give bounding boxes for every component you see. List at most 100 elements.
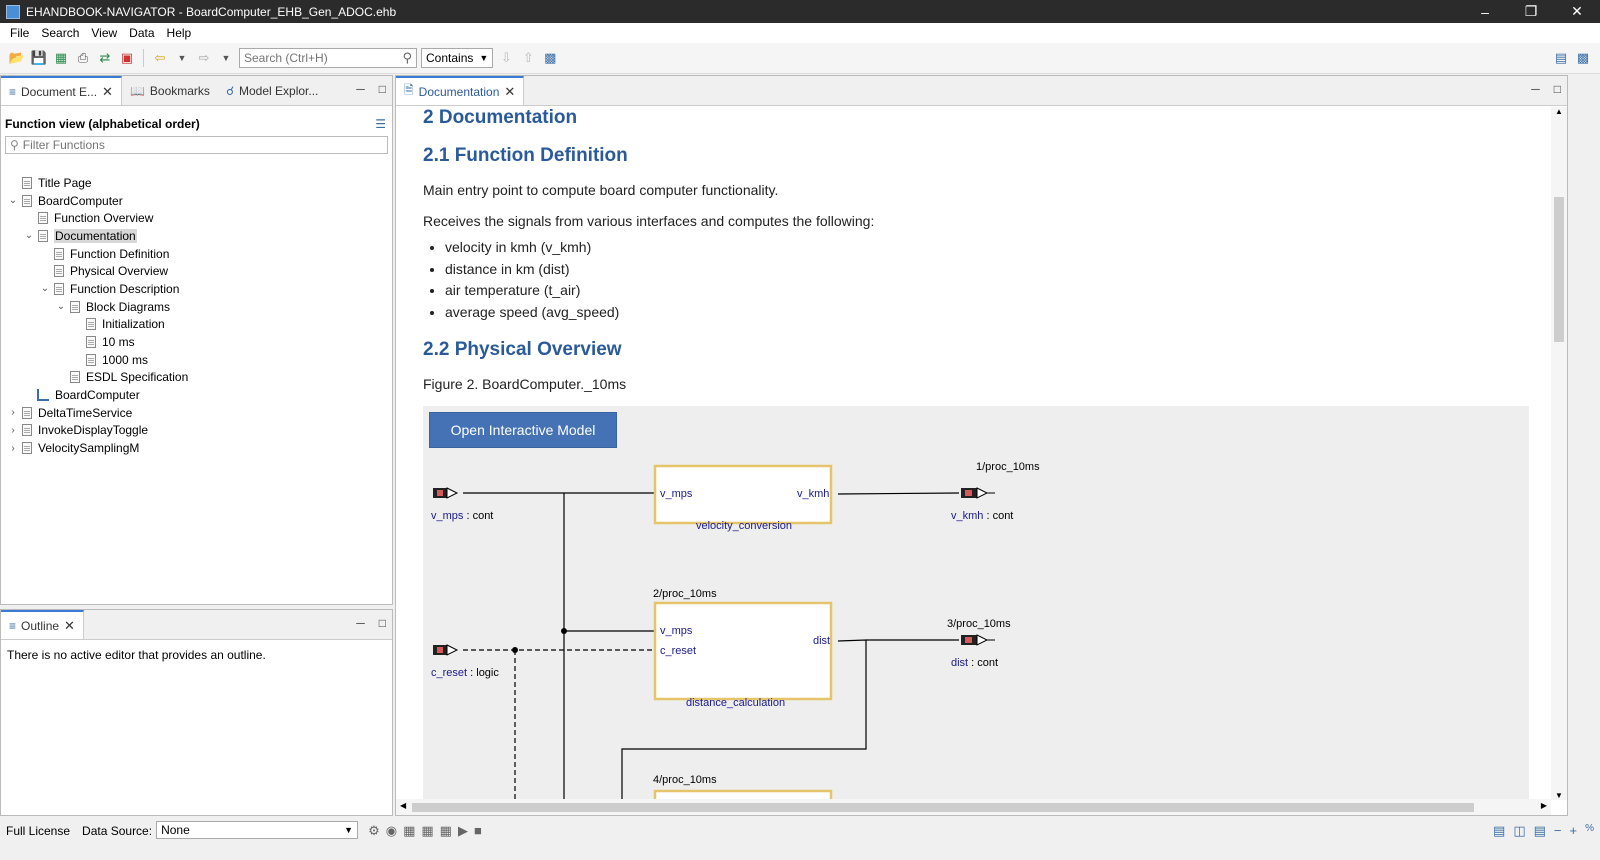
minimize-panel-icon[interactable]: ─: [356, 616, 365, 630]
chevron-down-icon[interactable]: ⌄: [23, 230, 35, 241]
scroll-right-icon[interactable]: ▶: [1541, 801, 1547, 810]
chevron-down-icon[interactable]: ⌄: [7, 195, 19, 206]
list-options-icon[interactable]: ☰: [375, 117, 386, 131]
tree-item-physical-overview[interactable]: Physical Overview: [1, 262, 392, 280]
export-icon[interactable]: ▦: [52, 49, 70, 67]
scroll-left-icon[interactable]: ◀: [400, 801, 406, 810]
chevron-down-icon[interactable]: ⌄: [55, 301, 67, 312]
tree-item-10ms[interactable]: 10 ms: [1, 333, 392, 351]
vertical-scrollbar[interactable]: ▲ ▼: [1551, 107, 1567, 800]
tree-item-invokedisplaytoggle[interactable]: › InvokeDisplayToggle: [1, 422, 392, 440]
page-view-icon[interactable]: ▤: [1493, 823, 1505, 839]
next-result-icon[interactable]: ⇩: [497, 49, 515, 67]
search-icon[interactable]: ⚲: [402, 50, 412, 66]
open-interactive-model-button[interactable]: Open Interactive Model: [429, 412, 617, 448]
tree-item-1000ms[interactable]: 1000 ms: [1, 351, 392, 369]
diagram-icon[interactable]: ▦: [421, 823, 433, 839]
link-editor-icon[interactable]: ▩: [541, 49, 559, 67]
chevron-right-icon[interactable]: ›: [7, 407, 19, 418]
tab-documentation[interactable]: 🗎 Documentation ✕: [396, 76, 525, 105]
split-view-icon[interactable]: ◫: [1513, 823, 1525, 839]
port-in-c-reset[interactable]: [433, 644, 459, 656]
chevron-right-icon[interactable]: ›: [7, 443, 19, 454]
play-icon[interactable]: ▶: [458, 823, 468, 839]
maximize-panel-icon[interactable]: □: [379, 82, 386, 96]
port-in-v-mps[interactable]: [433, 487, 459, 499]
maximize-panel-icon[interactable]: □: [379, 616, 386, 630]
maximize-panel-icon[interactable]: □: [1554, 82, 1561, 96]
connect-icon[interactable]: ◉: [386, 823, 397, 839]
chevron-down-icon[interactable]: ⌄: [39, 283, 51, 294]
tree-item-function-description[interactable]: ⌄ Function Description: [1, 280, 392, 298]
navigator-perspective-icon[interactable]: ▩: [1574, 49, 1592, 67]
search-mode-select[interactable]: Contains ▼: [421, 48, 494, 68]
chevron-right-icon[interactable]: ›: [7, 425, 19, 436]
document-icon: [22, 406, 32, 419]
scroll-thumb[interactable]: [412, 803, 1474, 812]
pdf-icon[interactable]: ▣: [118, 49, 136, 67]
tree-item-initialization[interactable]: Initialization: [1, 316, 392, 334]
tree-item-function-overview[interactable]: Function Overview: [1, 209, 392, 227]
minimize-panel-icon[interactable]: ─: [1531, 82, 1540, 96]
scroll-down-icon[interactable]: ▼: [1555, 791, 1563, 800]
restore-button[interactable]: ❐: [1508, 0, 1554, 23]
block2-in1-label: v_mps: [660, 625, 693, 637]
minimize-button[interactable]: –: [1462, 0, 1508, 23]
port-name: v_kmh: [951, 510, 983, 522]
tree-item-documentation[interactable]: ⌄ Documentation: [1, 227, 392, 245]
open-folder-icon[interactable]: 📂: [8, 49, 26, 67]
tab-bookmarks[interactable]: 📖 Bookmarks: [122, 76, 218, 105]
close-icon[interactable]: ✕: [102, 84, 113, 100]
search-input[interactable]: [244, 51, 394, 65]
save-icon[interactable]: 💾: [30, 49, 48, 67]
filter-input[interactable]: [22, 138, 363, 152]
page-search-icon[interactable]: ▤: [1534, 823, 1546, 839]
menu-file[interactable]: File: [4, 26, 35, 40]
gear-icon[interactable]: ⚙: [368, 823, 380, 839]
forward-dropdown-icon[interactable]: ▼: [217, 49, 235, 67]
scroll-thumb[interactable]: [1554, 197, 1564, 342]
menu-data[interactable]: Data: [123, 26, 160, 40]
port-out-dist[interactable]: [961, 634, 995, 646]
tree-item-block-diagrams[interactable]: ⌄ Block Diagrams: [1, 298, 392, 316]
port-type: : cont: [463, 510, 493, 522]
scroll-up-icon[interactable]: ▲: [1555, 107, 1563, 116]
menu-search[interactable]: Search: [35, 26, 85, 40]
back-icon[interactable]: ⇦: [151, 49, 169, 67]
menu-view[interactable]: View: [85, 26, 123, 40]
tab-outline[interactable]: ≡ Outline ✕: [1, 610, 84, 639]
previous-result-icon[interactable]: ⇧: [519, 49, 537, 67]
proc2-label: 2/proc_10ms: [653, 588, 717, 600]
figure-caption: Figure 2. BoardComputer._10ms: [423, 376, 627, 392]
zoom-percent-icon[interactable]: %: [1585, 823, 1594, 839]
back-dropdown-icon[interactable]: ▼: [173, 49, 191, 67]
zoom-in-icon[interactable]: +: [1570, 823, 1578, 839]
horizontal-scrollbar[interactable]: ◀ ▶: [396, 799, 1551, 815]
diagram-icon[interactable]: ▦: [403, 823, 415, 839]
port-out-v-kmh[interactable]: [961, 487, 995, 499]
tree-item-boardcomputer[interactable]: ⌄ BoardComputer: [1, 192, 392, 210]
close-window-button[interactable]: ✕: [1554, 0, 1600, 23]
close-icon[interactable]: ✕: [504, 84, 515, 100]
tab-document-explorer[interactable]: ≡ Document E... ✕: [1, 76, 122, 105]
perspective-icon[interactable]: ▤: [1552, 49, 1570, 67]
tree-item-boardcomputer-model[interactable]: BoardComputer: [1, 386, 392, 404]
close-icon[interactable]: ✕: [64, 618, 75, 634]
tab-model-explorer[interactable]: ☌ Model Explor...: [218, 76, 326, 105]
tree-item-esdl-specification[interactable]: ESDL Specification: [1, 369, 392, 387]
forward-icon[interactable]: ⇨: [195, 49, 213, 67]
sync-icon[interactable]: ⇄: [96, 49, 114, 67]
zoom-out-icon[interactable]: −: [1554, 823, 1562, 839]
menu-help[interactable]: Help: [161, 26, 198, 40]
filter-field[interactable]: ⚲: [5, 136, 388, 154]
tree-item-deltatimeservice[interactable]: › DeltaTimeService: [1, 404, 392, 422]
stop-icon[interactable]: ■: [474, 823, 482, 839]
tree-item-title-page[interactable]: Title Page: [1, 174, 392, 192]
minimize-panel-icon[interactable]: ─: [356, 82, 365, 96]
diagram-icon[interactable]: ▦: [440, 823, 452, 839]
tree-item-velocitysamplingm[interactable]: › VelocitySamplingM: [1, 439, 392, 457]
search-field[interactable]: ⚲: [239, 48, 417, 68]
tree-item-function-definition[interactable]: Function Definition: [1, 245, 392, 263]
print-icon[interactable]: ⎙: [74, 49, 92, 67]
data-source-select[interactable]: None ▼: [156, 821, 359, 839]
